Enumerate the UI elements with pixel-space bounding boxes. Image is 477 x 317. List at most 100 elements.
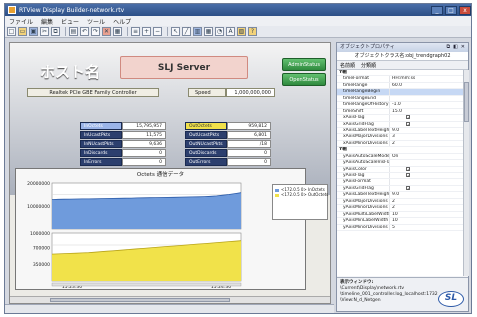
undock-icon[interactable]: ⧉	[446, 43, 450, 52]
menu-item[interactable]: ツール	[87, 17, 105, 26]
controller-name: Realtek PCIe GBE Family Controller	[27, 88, 159, 97]
metric-label: InUcastPkts	[80, 131, 122, 139]
close-button[interactable]: x	[459, 5, 471, 15]
property-value[interactable]: 15.0	[389, 108, 463, 115]
open-status-button[interactable]: OpenStatus	[282, 73, 326, 86]
property-value[interactable]: 5	[389, 224, 463, 230]
property-value[interactable]: 10	[389, 211, 463, 218]
property-name: timeRange	[343, 82, 368, 88]
y-tick-label: 700000	[33, 245, 50, 251]
property-value[interactable]	[389, 89, 463, 95]
properties-panel: オブジェクトプロパティ ⧉ ◧ ✕ オブジェクトクラス名:obj_trendgr…	[336, 42, 469, 312]
property-name: xAxisGridFlag	[343, 121, 374, 127]
property-name: yAxisAutoScaleMode	[343, 153, 389, 159]
property-value[interactable]: 9.0	[389, 192, 463, 198]
grid-icon[interactable]: ▦	[113, 27, 122, 36]
metric-row: InUcastPkts 11,575	[80, 131, 166, 139]
metric-value: 6,801	[227, 131, 271, 139]
table-icon[interactable]: ▦	[204, 27, 213, 36]
label-icon[interactable]: A	[226, 27, 235, 36]
admin-status-button[interactable]: AdminStatus	[282, 58, 326, 71]
menu-item[interactable]: ビュー	[61, 17, 79, 26]
arrow-icon[interactable]: ↖	[171, 27, 180, 36]
property-name: timeRangeEnd	[343, 95, 376, 101]
property-value[interactable]: On	[389, 153, 463, 160]
checkbox[interactable]: ✓	[406, 173, 410, 178]
open-icon[interactable]: ▭	[18, 27, 27, 36]
metric-label: OutUcastPkts	[185, 131, 227, 139]
scrollbar-thumb[interactable]	[50, 298, 230, 302]
property-scrollbar[interactable]	[463, 70, 469, 276]
help-icon[interactable]: ?	[248, 27, 257, 36]
property-value[interactable]: ✓	[389, 173, 463, 179]
property-value[interactable]: 3	[389, 134, 463, 140]
cut-icon[interactable]: ✂	[40, 27, 49, 36]
copy-icon[interactable]: ⧉	[51, 27, 60, 36]
checkbox[interactable]: ✓	[406, 121, 410, 126]
property-value[interactable]: ✓	[389, 166, 463, 172]
property-name: timeRangeOfHistory	[343, 102, 389, 108]
property-value[interactable]: 60.0	[389, 82, 463, 89]
property-value[interactable]: HH:mm:ss	[389, 76, 463, 82]
property-grid[interactable]: Y軸 timeFormat HH:mm:ss timeRange 60.0 timeRan…	[337, 70, 463, 276]
metric-label: InErrors	[80, 158, 122, 166]
metric-label: InDiscards	[80, 149, 122, 157]
gauge-icon[interactable]: ◔	[215, 27, 224, 36]
line-icon[interactable]: ╱	[182, 27, 191, 36]
property-value[interactable]: 10	[389, 218, 463, 224]
maximize-button[interactable]: □	[445, 5, 457, 15]
property-value[interactable]: ✓	[389, 185, 463, 192]
metric-value: 0	[122, 149, 166, 157]
new-icon[interactable]: □	[7, 27, 16, 36]
server-name-field[interactable]: SLJ Server	[120, 56, 248, 79]
undo-icon[interactable]: ↶	[80, 27, 89, 36]
metric-label: InOctets	[80, 122, 122, 130]
property-value[interactable]: 2	[389, 205, 463, 211]
properties-sort-button[interactable]: 名前順	[340, 62, 355, 69]
property-value[interactable]	[389, 160, 463, 166]
checkbox[interactable]: ✓	[406, 166, 410, 171]
property-value[interactable]	[389, 179, 463, 185]
property-name: yAxisMinorDivisions	[343, 205, 388, 211]
page-title: ホスト名	[40, 63, 101, 81]
panel-close-icon[interactable]: ✕	[461, 43, 465, 52]
toolbar-separator	[127, 27, 128, 36]
speed-value: 1,000,000,000	[226, 88, 275, 97]
property-value[interactable]: ✓	[389, 115, 463, 121]
chart-icon[interactable]: ▥	[193, 27, 202, 36]
trend-graph[interactable]: 20000000 10000000 1000000 700000 350000 15:23…	[15, 168, 306, 290]
menu-item[interactable]: 編集	[41, 17, 53, 26]
display-canvas[interactable]: ホスト名 SLJ Server AdminStatus OpenStatus R…	[9, 42, 331, 304]
metric-row: InErrors 0	[80, 158, 166, 166]
properties-sort-button[interactable]: 分類順	[361, 62, 376, 69]
minimize-button[interactable]: _	[431, 5, 443, 15]
property-value[interactable]	[389, 95, 463, 102]
zoom-in-icon[interactable]: +	[142, 27, 151, 36]
property-scroll-thumb[interactable]	[464, 82, 469, 122]
paste-icon[interactable]: ▤	[69, 27, 78, 36]
property-value[interactable]: 9.0	[389, 127, 463, 134]
image-icon[interactable]: ▨	[237, 27, 246, 36]
property-value[interactable]: 2	[389, 140, 463, 147]
pin-icon[interactable]: ◧	[453, 43, 458, 52]
property-name: yAxisColor	[343, 166, 367, 172]
menu-item[interactable]: ヘルプ	[113, 17, 131, 26]
property-row[interactable]: yAxisMinorDivisions 5	[337, 224, 463, 231]
delete-icon[interactable]: ✕	[102, 27, 111, 36]
property-name: yAxisAutoScaleVisFlag	[343, 160, 389, 166]
property-name: yAxisGridFlag	[343, 185, 374, 191]
sl-logo: SL	[438, 291, 464, 307]
title-bar[interactable]: RTView Display Builder-network.rtv _ □ x	[5, 4, 471, 16]
redo-icon[interactable]: ↷	[91, 27, 100, 36]
checkbox[interactable]: ✓	[406, 185, 410, 190]
zoom-out-icon[interactable]: −	[153, 27, 162, 36]
canvas-horizontal-scrollbar[interactable]	[10, 296, 330, 303]
property-value[interactable]: 2	[389, 198, 463, 205]
menu-item[interactable]: ファイル	[9, 17, 33, 26]
property-value[interactable]: ✓	[389, 121, 463, 127]
align-icon[interactable]: ≡	[131, 27, 140, 36]
checkbox[interactable]: ✓	[406, 115, 410, 120]
save-icon[interactable]: ▣	[29, 27, 38, 36]
legend-item: <172.0.5 0> OutOctets	[275, 192, 328, 197]
property-value[interactable]: -1.0	[389, 102, 463, 108]
